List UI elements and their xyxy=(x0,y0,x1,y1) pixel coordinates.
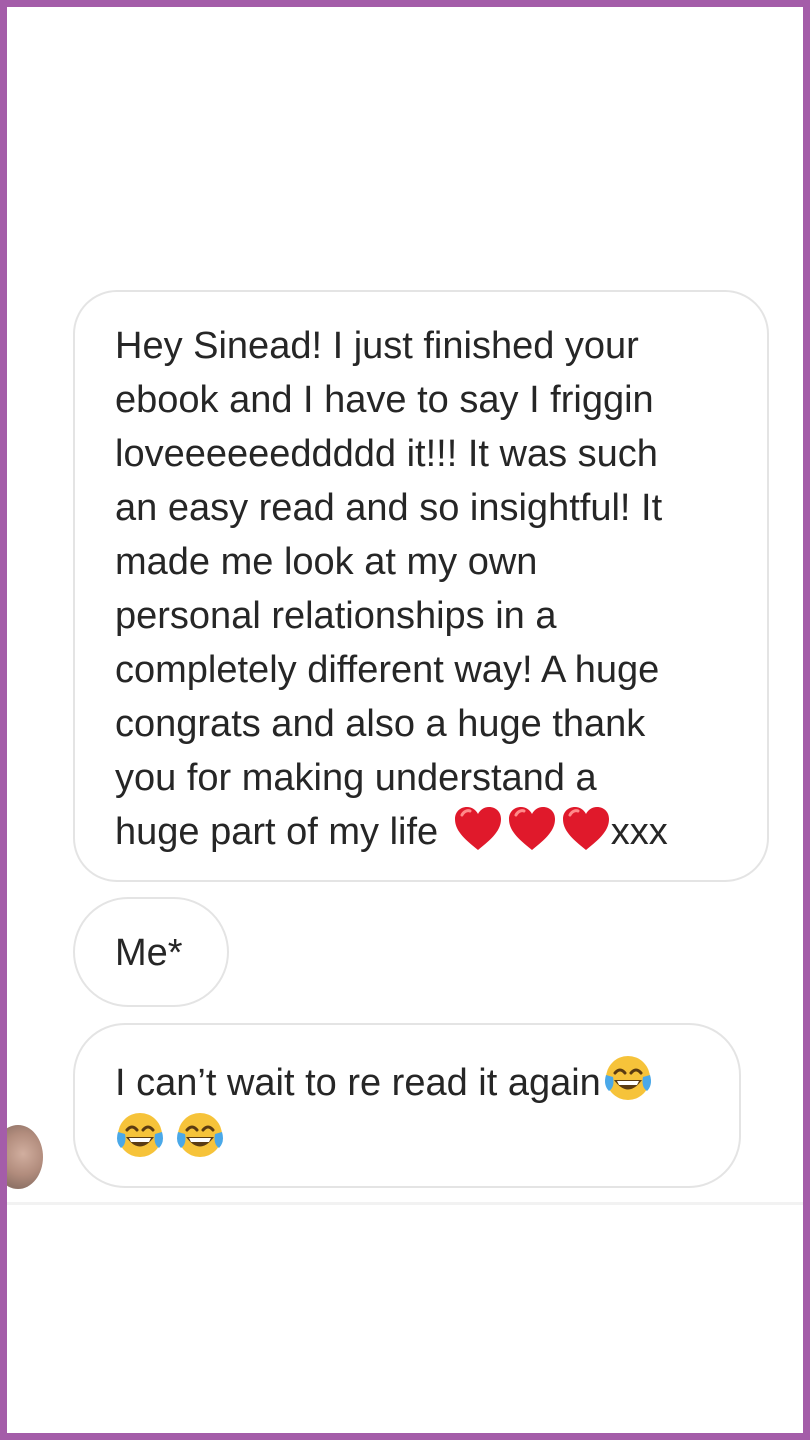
message-bubble[interactable]: Me* xyxy=(73,897,229,1007)
message-line: congrats and also a huge thank xyxy=(115,703,646,745)
tears-of-joy-emoji xyxy=(117,1113,163,1157)
message-bubble[interactable]: Hey Sinead! I just finished your ebook a… xyxy=(73,290,769,882)
message-line: ebook and I have to say I friggin xyxy=(115,379,654,421)
message-line: completely different way! A huge xyxy=(115,649,660,691)
message-text: Me* xyxy=(115,932,183,974)
tears-of-joy-emoji xyxy=(177,1113,223,1157)
message-line: loveeeeeeddddd it!!! It was such xyxy=(115,433,658,475)
message-line-last: huge part of my life xxx xyxy=(115,805,737,859)
message-bubble[interactable]: I can’t wait to re read it again xyxy=(73,1023,741,1188)
message-text: I can’t wait to re read it again xyxy=(115,1062,601,1104)
avatar[interactable] xyxy=(7,1125,43,1189)
message-text: xxx xyxy=(610,811,668,853)
message-line: Hey Sinead! I just finished your xyxy=(115,325,639,367)
message-line: an easy read and so insightful! It xyxy=(115,487,663,529)
heart-emoji xyxy=(562,807,609,850)
message-line: made me look at my own xyxy=(115,541,538,583)
screenshot-frame: Hey Sinead! I just finished your ebook a… xyxy=(0,0,810,1440)
message-line: I can’t wait to re read it again xyxy=(115,1053,709,1110)
tears-of-joy-emoji xyxy=(604,1056,651,1100)
heart-emoji xyxy=(454,807,501,850)
message-text: huge part of my life xyxy=(115,811,439,853)
message-line: personal relationships in a xyxy=(115,595,557,637)
divider xyxy=(7,1202,803,1205)
heart-emoji xyxy=(508,807,555,850)
message-line xyxy=(115,1110,709,1167)
message-line: you for making understand a xyxy=(115,757,597,799)
